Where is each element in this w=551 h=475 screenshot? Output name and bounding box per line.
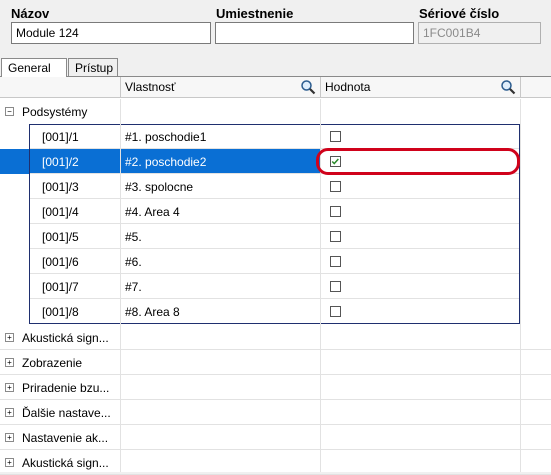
table-row[interactable]: [001]/3 #3. spolocne bbox=[0, 174, 551, 199]
name-label: Názov bbox=[11, 6, 50, 21]
row-name: #6. bbox=[125, 255, 142, 269]
row-id: [001]/1 bbox=[42, 130, 79, 144]
tab-general[interactable]: General bbox=[1, 58, 67, 77]
group-row[interactable]: + Ďalšie nastave... bbox=[0, 400, 551, 425]
group-label: Priradenie bzu... bbox=[22, 381, 110, 395]
group-label: Akustická sign... bbox=[22, 456, 109, 470]
row-id: [001]/3 bbox=[42, 180, 79, 194]
table-row[interactable]: [001]/8 #8. Area 8 bbox=[0, 299, 551, 324]
tab-pristup[interactable]: Prístup bbox=[68, 58, 118, 76]
expand-icon[interactable]: + bbox=[5, 408, 14, 417]
location-label: Umiestnenie bbox=[216, 6, 294, 21]
expand-icon[interactable]: + bbox=[5, 433, 14, 442]
location-field[interactable] bbox=[215, 22, 414, 44]
row-name: #1. poschodie1 bbox=[125, 130, 207, 144]
search-icon[interactable] bbox=[500, 79, 516, 95]
checkbox[interactable] bbox=[330, 256, 341, 267]
row-name: #2. poschodie2 bbox=[125, 155, 207, 169]
serial-label: Sériové číslo bbox=[419, 6, 500, 21]
column-header-property[interactable]: Vlastnosť bbox=[121, 77, 321, 98]
group-row[interactable]: + Zobrazenie bbox=[0, 350, 551, 375]
group-label: Nastavenie ak... bbox=[22, 431, 109, 445]
group-row[interactable]: + Priradenie bzu... bbox=[0, 375, 551, 400]
row-name: #5. bbox=[125, 230, 142, 244]
group-row[interactable]: + Akustická sign... bbox=[0, 325, 551, 350]
group-label: Podsystémy bbox=[22, 105, 88, 119]
row-id: [001]/5 bbox=[42, 230, 79, 244]
group-row-podsystemy[interactable]: − Podsystémy bbox=[0, 99, 551, 124]
table-row[interactable]: [001]/7 #7. bbox=[0, 274, 551, 299]
row-name: #4. Area 4 bbox=[125, 205, 180, 219]
serial-field bbox=[418, 22, 541, 44]
column-header-value-label: Hodnota bbox=[325, 80, 371, 94]
checkbox[interactable] bbox=[330, 231, 341, 242]
group-row[interactable]: + Nastavenie ak... bbox=[0, 425, 551, 450]
row-id: [001]/7 bbox=[42, 280, 79, 294]
table-row[interactable]: [001]/5 #5. bbox=[0, 224, 551, 249]
row-name: #8. Area 8 bbox=[125, 305, 180, 319]
group-label: Akustická sign... bbox=[22, 331, 109, 345]
row-name: #3. spolocne bbox=[125, 180, 194, 194]
table-row[interactable]: [001]/6 #6. bbox=[0, 249, 551, 274]
row-id: [001]/6 bbox=[42, 255, 79, 269]
checkbox[interactable] bbox=[330, 156, 341, 167]
grid-header-filler bbox=[521, 77, 551, 98]
search-icon[interactable] bbox=[300, 79, 316, 95]
grid-corner-header bbox=[0, 77, 121, 98]
property-grid: Vlastnosť Hodnota − Podsystémy [001]/1 #1. … bbox=[0, 76, 551, 475]
row-id: [001]/4 bbox=[42, 205, 79, 219]
checkbox[interactable] bbox=[330, 306, 341, 317]
table-row[interactable]: [001]/1 #1. poschodie1 bbox=[0, 124, 551, 149]
expand-icon[interactable]: + bbox=[5, 383, 14, 392]
expand-icon[interactable]: + bbox=[5, 333, 14, 342]
expand-icon[interactable]: + bbox=[5, 358, 14, 367]
group-label: Zobrazenie bbox=[22, 356, 83, 370]
collapse-icon[interactable]: − bbox=[5, 107, 14, 116]
checkbox[interactable] bbox=[330, 181, 341, 192]
group-label: Ďalšie nastave... bbox=[22, 406, 111, 420]
table-row[interactable]: [001]/4 #4. Area 4 bbox=[0, 199, 551, 224]
checkbox[interactable] bbox=[330, 281, 341, 292]
group-row[interactable]: + Akustická sign... bbox=[0, 450, 551, 475]
table-row[interactable]: [001]/2 #2. poschodie2 bbox=[0, 149, 551, 174]
expand-icon[interactable]: + bbox=[5, 458, 14, 467]
name-field[interactable] bbox=[11, 22, 211, 44]
column-header-property-label: Vlastnosť bbox=[125, 80, 176, 94]
row-id: [001]/2 bbox=[42, 155, 79, 169]
checkbox[interactable] bbox=[330, 131, 341, 142]
row-name: #7. bbox=[125, 280, 142, 294]
row-id: [001]/8 bbox=[42, 305, 79, 319]
column-header-value[interactable]: Hodnota bbox=[321, 77, 521, 98]
checkbox[interactable] bbox=[330, 206, 341, 217]
